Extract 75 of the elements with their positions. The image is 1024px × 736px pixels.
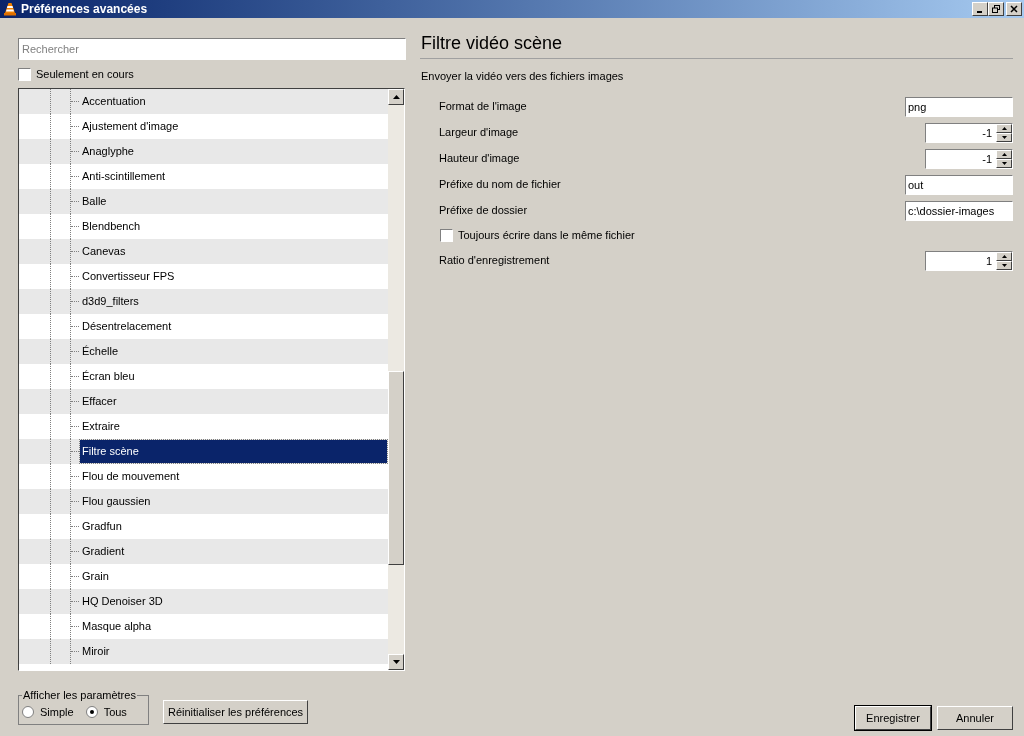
down-arrow-icon <box>1001 263 1007 267</box>
spin-box[interactable]: -1 <box>925 122 1013 143</box>
setting-label: Préfixe du nom de fichier <box>439 177 561 193</box>
tree-item[interactable]: Anaglyphe <box>80 140 134 163</box>
tree-item[interactable]: Gradfun <box>80 515 122 538</box>
tree-item[interactable]: Anti-scintillement <box>80 165 166 188</box>
setting-label: Préfixe de dossier <box>439 203 528 219</box>
spin-up-button[interactable] <box>996 149 1012 159</box>
setting-label: Format de l'image <box>439 99 527 115</box>
reset-button[interactable]: Réinitialiser les préférences <box>163 700 309 724</box>
spin-up-button[interactable] <box>996 123 1012 133</box>
radio-label: Tous <box>103 704 127 720</box>
tree-item[interactable]: Convertisseur FPS <box>80 265 175 288</box>
text-field[interactable]: png <box>905 96 1013 117</box>
tree-item[interactable]: Accentuation <box>80 90 146 113</box>
radio-label: Simple <box>40 704 74 720</box>
search-field[interactable]: Rechercher <box>18 38 406 60</box>
down-arrow-icon <box>1001 161 1007 165</box>
checkbox-label: Toujours écrire dans le même fichier <box>458 228 635 244</box>
traffic-cone-icon <box>3 2 17 16</box>
restore-icon <box>992 5 1000 13</box>
spin-down-button[interactable] <box>996 158 1012 168</box>
spin-value: -1 <box>981 151 993 167</box>
setting-label: Hauteur d'image <box>439 151 520 167</box>
tree-item[interactable]: Échelle <box>80 340 119 363</box>
window-title: Préférences avancées <box>21 1 149 18</box>
tree-item[interactable]: Écran bleu <box>80 365 135 388</box>
close-button[interactable] <box>1006 2 1022 16</box>
tree-item[interactable]: Canevas <box>80 240 126 263</box>
up-arrow-icon <box>1001 126 1007 130</box>
checkbox[interactable] <box>18 67 31 81</box>
tree-item[interactable]: Désentrelacement <box>80 315 172 338</box>
tree-item[interactable]: Ajustement d'image <box>80 115 179 138</box>
text-field[interactable]: out <box>905 174 1013 195</box>
minimize-button[interactable] <box>972 2 988 16</box>
spin-value: 1 <box>984 253 993 269</box>
restore-button[interactable] <box>988 2 1004 16</box>
tree-item[interactable]: Flou de mouvement <box>80 465 180 488</box>
down-arrow-icon <box>392 660 400 664</box>
tree-item[interactable]: Masque alpha <box>80 615 152 638</box>
panel-title: Filtre vidéo scène <box>420 32 564 54</box>
save-button[interactable]: Enregistrer <box>855 706 931 730</box>
setting-label: Largeur d'image <box>439 125 519 141</box>
radio-button[interactable] <box>22 705 34 718</box>
tree-item[interactable]: Gradient <box>80 540 125 563</box>
scrollbar-thumb[interactable] <box>388 371 404 565</box>
checkbox[interactable] <box>440 229 453 242</box>
tree-item[interactable]: Extraire <box>80 415 120 438</box>
tree-item[interactable]: Miroir <box>80 640 110 663</box>
up-arrow-icon <box>1001 152 1007 156</box>
tree-item[interactable]: Blendbench <box>80 215 141 238</box>
group-title: Afficher les paramètres <box>22 688 137 703</box>
up-arrow-icon <box>1001 254 1007 258</box>
cancel-button[interactable]: Annuler <box>937 706 1013 730</box>
tree-item[interactable]: Balle <box>80 190 107 213</box>
up-arrow-icon <box>392 95 400 99</box>
scrollbar[interactable] <box>388 89 404 670</box>
setting-label: Ratio d'enregistrement <box>439 253 550 269</box>
text-field[interactable]: c:\dossier-images <box>905 200 1013 221</box>
spin-up-button[interactable] <box>996 251 1012 261</box>
tree-item[interactable]: d3d9_filters <box>80 290 139 313</box>
spin-down-button[interactable] <box>996 260 1012 270</box>
down-arrow-icon <box>1001 135 1007 139</box>
radio-button[interactable] <box>85 705 98 718</box>
checkbox-label: Seulement en cours <box>36 66 134 82</box>
tree-item[interactable]: Filtre scène <box>80 440 387 463</box>
tree-item[interactable]: Effacer <box>80 390 117 413</box>
panel-description: Envoyer la vidéo vers des fichiers images <box>420 69 625 84</box>
tree-item[interactable]: Grain <box>80 565 109 588</box>
spin-down-button[interactable] <box>996 132 1012 142</box>
tree-item[interactable]: Flou gaussien <box>80 490 151 513</box>
spin-box[interactable]: 1 <box>925 250 1013 271</box>
spin-box[interactable]: -1 <box>925 148 1013 169</box>
spin-value: -1 <box>981 125 993 141</box>
close-icon <box>1010 5 1018 13</box>
